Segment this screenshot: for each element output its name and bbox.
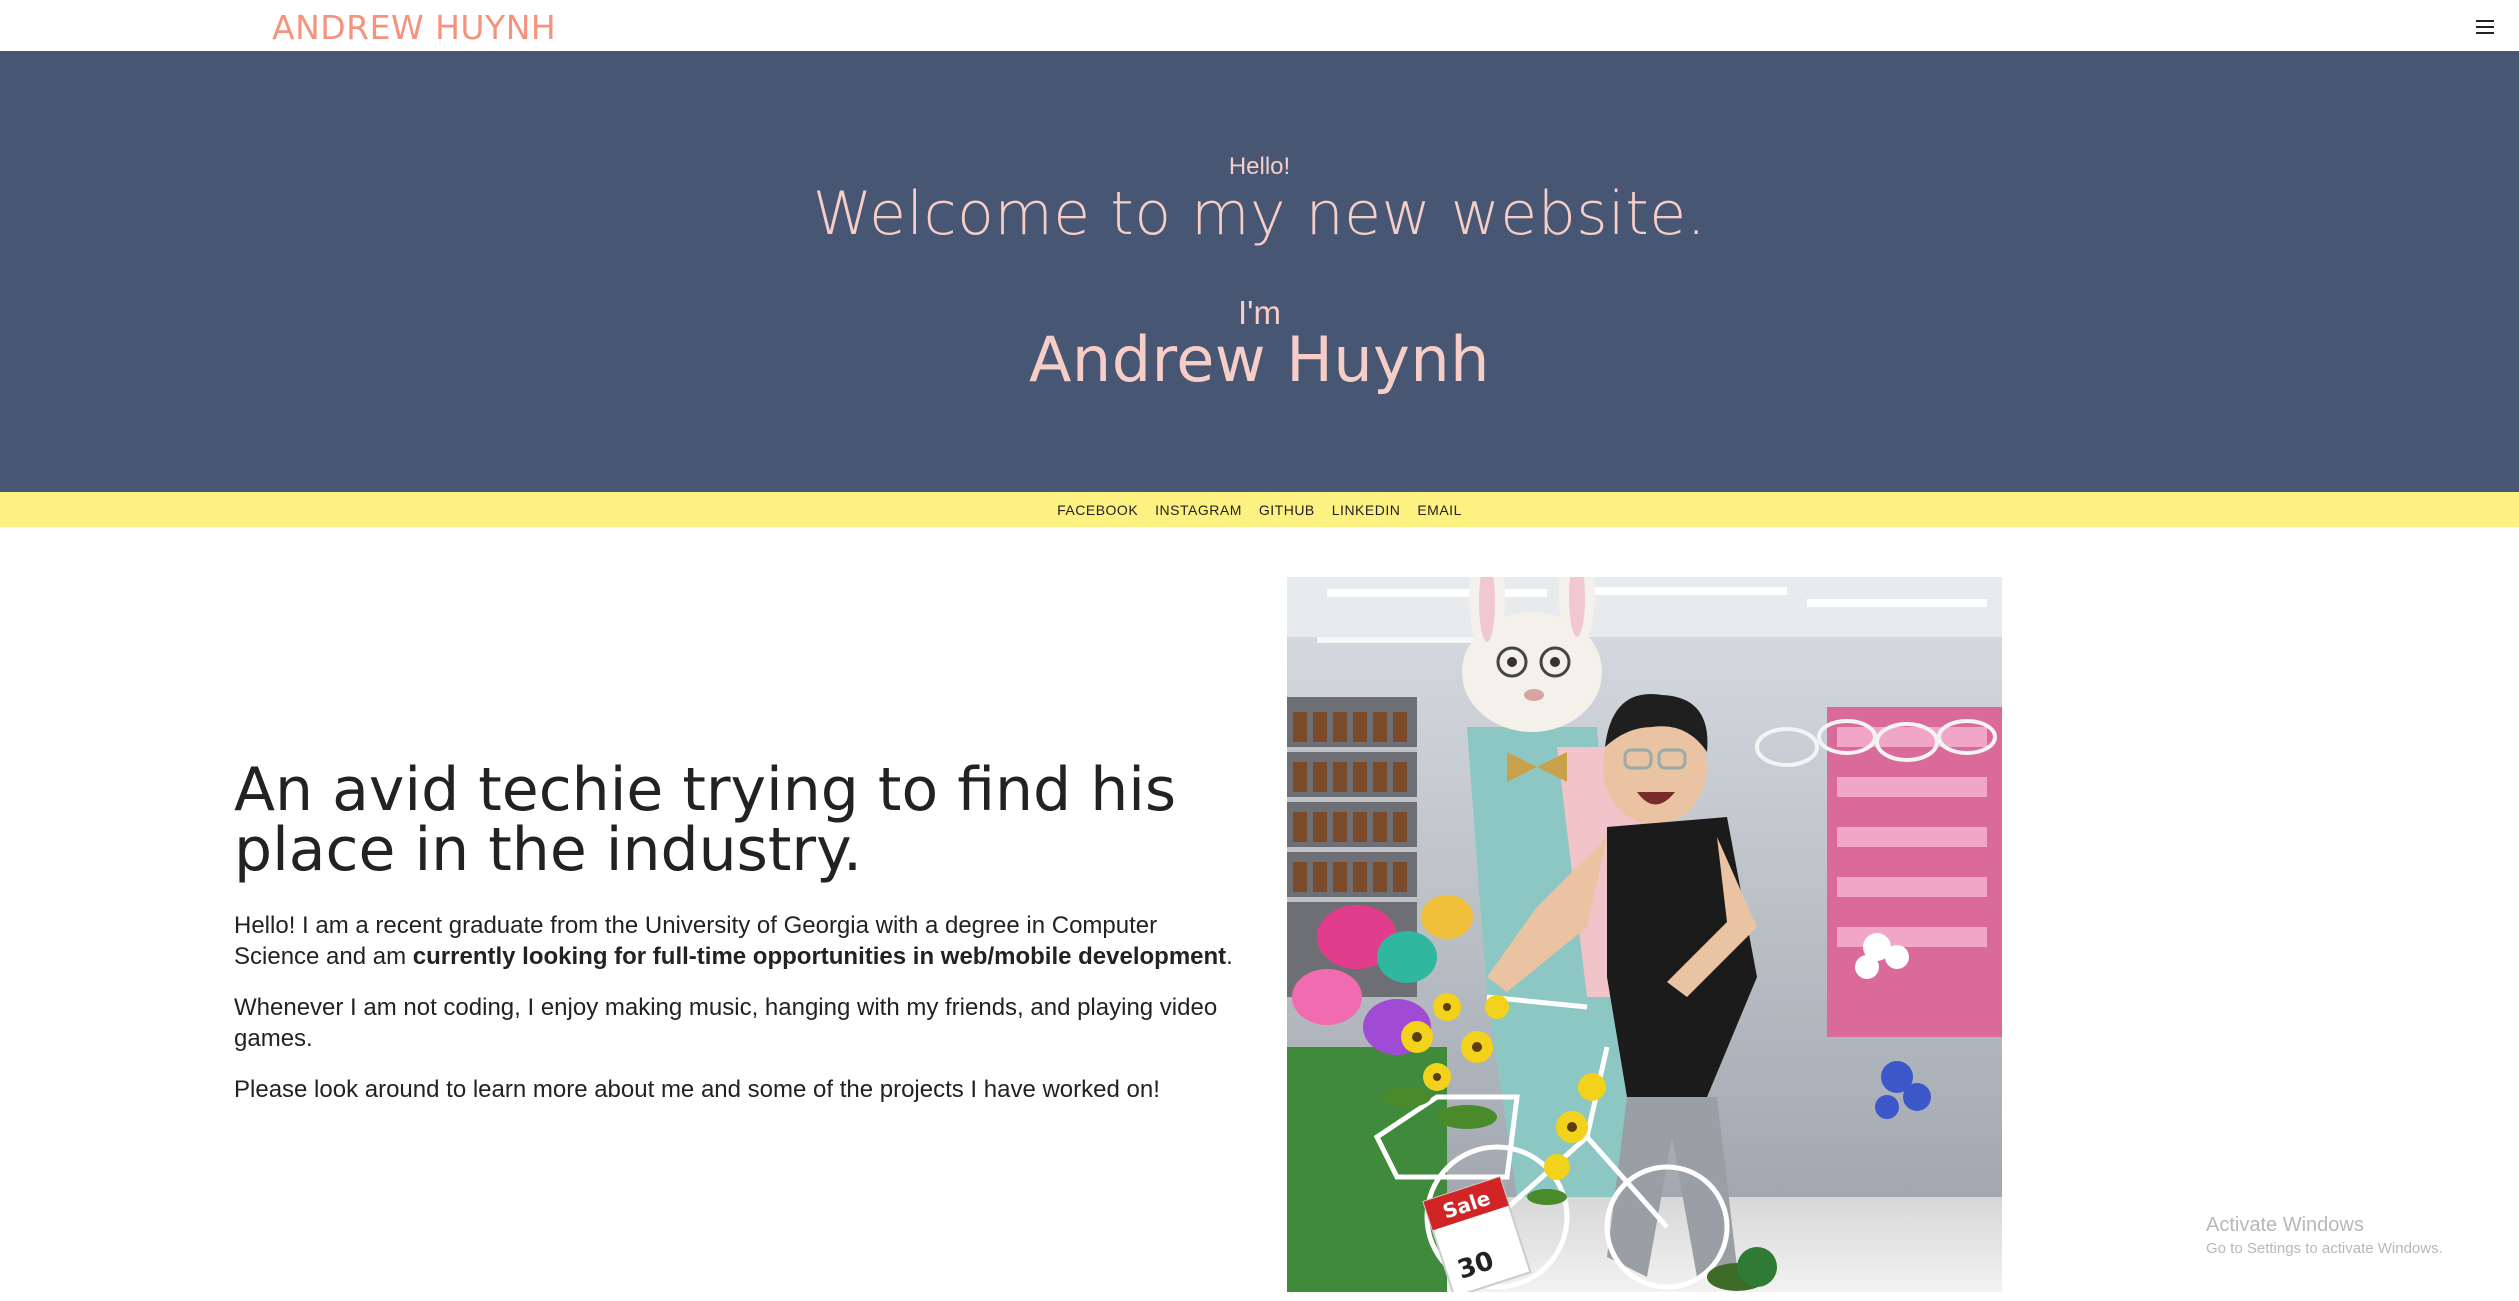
watermark-title: Activate Windows xyxy=(2206,1214,2364,1236)
profile-photo: Sale 30 xyxy=(1287,577,2002,1292)
about-paragraph-2: Whenever I am not coding, I enjoy making… xyxy=(234,994,1218,1052)
facebook-link[interactable]: FACEBOOK xyxy=(1057,502,1138,518)
menu-bar xyxy=(2476,20,2494,22)
top-navbar: ANDREW HUYNH xyxy=(0,0,2519,51)
hero-greeting: Hello! xyxy=(1228,153,1291,180)
menu-bar xyxy=(2476,26,2494,28)
hero-welcome-title: Welcome to my new website. xyxy=(812,179,1707,249)
email-link[interactable]: EMAIL xyxy=(1417,502,1462,518)
linkedin-link[interactable]: LINKEDIN xyxy=(1332,502,1401,518)
brand-logo-link[interactable]: ANDREW HUYNH xyxy=(272,8,556,47)
github-link[interactable]: GITHUB xyxy=(1259,502,1315,518)
about-p1-end: . xyxy=(1226,943,1233,970)
instagram-link[interactable]: INSTAGRAM xyxy=(1155,502,1242,518)
hero-name: Andrew Huynh xyxy=(1029,323,1490,396)
watermark-subtitle: Go to Settings to activate Windows. xyxy=(2206,1240,2443,1257)
hamburger-menu-icon[interactable] xyxy=(2476,20,2494,34)
menu-bar xyxy=(2476,32,2494,34)
about-section: An avid techie trying to find his place … xyxy=(234,760,1244,1125)
social-links-list: FACEBOOK INSTAGRAM GITHUB LINKEDIN EMAIL xyxy=(1057,502,1462,520)
windows-activation-watermark: Activate Windows Go to Settings to activ… xyxy=(2206,1214,2443,1257)
about-heading: An avid techie trying to find his place … xyxy=(234,755,1177,885)
about-p1-highlight: currently looking for full-time opportun… xyxy=(412,943,1227,970)
hero-section: Hello! Welcome to my new website. I'm An… xyxy=(0,51,2519,492)
about-paragraph-1: Hello! I am a recent graduate from the U… xyxy=(234,910,1244,972)
social-links-bar: FACEBOOK INSTAGRAM GITHUB LINKEDIN EMAIL xyxy=(0,492,2519,527)
profile-photo-illustration: Sale 30 xyxy=(1287,577,2002,1292)
about-paragraph-3: Please look around to learn more about m… xyxy=(234,1076,1160,1103)
